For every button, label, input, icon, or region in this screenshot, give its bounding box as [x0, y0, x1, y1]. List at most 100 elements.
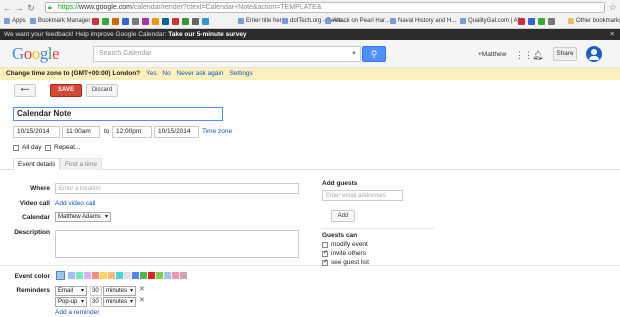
- avatar[interactable]: [586, 46, 602, 62]
- bookmark-icon[interactable]: [172, 18, 179, 25]
- reminder-type-select[interactable]: Email: [55, 286, 87, 296]
- where-input[interactable]: Enter a location: [55, 183, 299, 194]
- time-zone-link[interactable]: Time zone: [202, 128, 232, 135]
- google-logo[interactable]: Google: [12, 44, 60, 64]
- bookmark-icon[interactable]: [538, 18, 545, 25]
- star-icon[interactable]: ☆: [608, 2, 618, 13]
- bookmark-icon[interactable]: [112, 18, 119, 25]
- bookmark-naval-history[interactable]: Naval History and H...: [390, 17, 456, 26]
- reload-icon[interactable]: ↻: [26, 3, 36, 14]
- url-scheme: https://: [58, 4, 80, 11]
- bookmark-icon[interactable]: [102, 18, 109, 25]
- remove-reminder-icon[interactable]: ✕: [139, 285, 145, 293]
- apps-grid-icon[interactable]: ⋮⋮: [515, 50, 533, 61]
- bookmark-icon[interactable]: [92, 18, 99, 25]
- color-swatch[interactable]: [164, 272, 171, 279]
- end-time-input[interactable]: 12:00pm: [112, 126, 152, 138]
- modify-event-checkbox[interactable]: [322, 242, 328, 248]
- remove-reminder-icon[interactable]: ✕: [139, 296, 145, 304]
- add-video-call-link[interactable]: Add video call: [55, 200, 95, 207]
- tab-event-details[interactable]: Event details: [13, 158, 61, 170]
- user-name-link[interactable]: +Matthew: [478, 51, 506, 58]
- search-icon: ⚲: [370, 49, 378, 59]
- guest-email-input[interactable]: Enter email addresses: [322, 190, 403, 201]
- add-guest-button[interactable]: Add: [331, 210, 355, 222]
- other-bookmarks[interactable]: Other bookmarks: [568, 17, 620, 26]
- notifications-bell-icon[interactable]: 🔔︎: [532, 50, 543, 61]
- color-swatch[interactable]: [148, 272, 155, 279]
- timezone-never-link[interactable]: Never ask again: [177, 70, 224, 77]
- color-swatch[interactable]: [116, 272, 123, 279]
- modify-event-label: modify event: [331, 241, 368, 248]
- color-swatch[interactable]: [172, 272, 179, 279]
- color-swatch[interactable]: [132, 272, 139, 279]
- forward-arrow-icon[interactable]: →: [14, 3, 24, 13]
- timezone-yes-link[interactable]: Yes: [146, 70, 157, 77]
- survey-link[interactable]: Take our 5-minute survey: [168, 31, 246, 38]
- color-swatch[interactable]: [76, 272, 83, 279]
- event-title-input[interactable]: Calendar Note: [13, 107, 223, 121]
- share-button[interactable]: Share: [553, 47, 577, 61]
- bookmark-pearl-harbor[interactable]: Attack on Pearl Har...: [325, 17, 390, 26]
- address-bar[interactable]: 🔒︎ https://www.google.com/calendar/render…: [45, 2, 605, 13]
- timezone-no-link[interactable]: No: [162, 70, 170, 77]
- timezone-prompt: Change time zone to (GMT+00:00) London?: [6, 70, 141, 77]
- close-icon[interactable]: ✕: [610, 29, 615, 40]
- bookmark-icon[interactable]: [162, 18, 169, 25]
- bookmark-icon[interactable]: [122, 18, 129, 25]
- calendar-label: Calendar: [22, 214, 50, 221]
- bookmark-icon[interactable]: [548, 18, 555, 25]
- bookmark-enter-title[interactable]: Enter title here: [238, 17, 285, 26]
- bookmark-qualitygal[interactable]: QualityGal.com | All ...: [460, 17, 527, 26]
- start-time-input[interactable]: 11:00am: [62, 126, 100, 138]
- color-swatch[interactable]: [68, 272, 75, 279]
- reminder-type-select[interactable]: Pop-up: [55, 297, 87, 307]
- back-button[interactable]: ⟵: [14, 84, 36, 97]
- timezone-settings-link[interactable]: Settings: [229, 70, 253, 77]
- bookmark-icon[interactable]: [192, 18, 199, 25]
- save-button[interactable]: SAVE: [50, 84, 82, 97]
- event-color-label: Event color: [14, 273, 50, 280]
- selected-color-checkbox[interactable]: [56, 271, 65, 280]
- tab-find-a-time[interactable]: Find a time: [60, 158, 103, 170]
- reminder-amount-input[interactable]: 30: [90, 286, 102, 296]
- bookmark-icon[interactable]: [152, 18, 159, 25]
- color-swatch[interactable]: [156, 272, 163, 279]
- color-swatch[interactable]: [84, 272, 91, 279]
- repeat-checkbox[interactable]: [45, 145, 51, 151]
- bookmark-apps[interactable]: Apps: [4, 17, 26, 26]
- bookmark-icon[interactable]: [518, 18, 525, 25]
- bookmark-icon[interactable]: [528, 18, 535, 25]
- color-swatch[interactable]: [92, 272, 99, 279]
- search-button[interactable]: ⚲: [362, 46, 386, 62]
- bookmark-icon[interactable]: [142, 18, 149, 25]
- bookmark-icon[interactable]: [202, 18, 209, 25]
- start-date-input[interactable]: 10/15/2014: [13, 126, 60, 138]
- color-swatch[interactable]: [124, 272, 131, 279]
- all-day-checkbox[interactable]: [13, 145, 19, 151]
- bookmark-icon[interactable]: [132, 18, 139, 25]
- color-swatch[interactable]: [180, 272, 187, 279]
- bookmark-icon[interactable]: [182, 18, 189, 25]
- color-swatch[interactable]: [108, 272, 115, 279]
- color-swatch[interactable]: [100, 272, 107, 279]
- color-swatch[interactable]: [140, 272, 147, 279]
- chevron-down-icon[interactable]: ▼: [351, 47, 357, 61]
- bookmark-manager[interactable]: Bookmark Manager: [30, 17, 90, 26]
- end-date-input[interactable]: 10/15/2014: [154, 126, 199, 138]
- reminder-unit-select[interactable]: minutes: [103, 297, 136, 307]
- add-reminder-link[interactable]: Add a reminder: [55, 309, 99, 316]
- see-guest-list-checkbox[interactable]: [322, 258, 328, 266]
- reminder-unit-select[interactable]: minutes: [103, 286, 136, 296]
- search-placeholder: Search Calendar: [99, 50, 152, 57]
- back-arrow-icon[interactable]: ←: [2, 3, 12, 13]
- calendar-select[interactable]: Matthew Adams: [55, 212, 111, 222]
- invite-others-label: invite others: [331, 250, 367, 257]
- invite-others-checkbox[interactable]: [322, 249, 328, 257]
- search-input[interactable]: Search Calendar ▼: [93, 46, 361, 62]
- description-textarea[interactable]: [55, 230, 299, 258]
- bookmarks-bar: Apps Bookmark Manager Enter title here d…: [0, 15, 620, 28]
- reminder-amount-input[interactable]: 30: [90, 297, 102, 307]
- where-label: Where: [30, 185, 50, 192]
- discard-button[interactable]: Discard: [86, 84, 118, 97]
